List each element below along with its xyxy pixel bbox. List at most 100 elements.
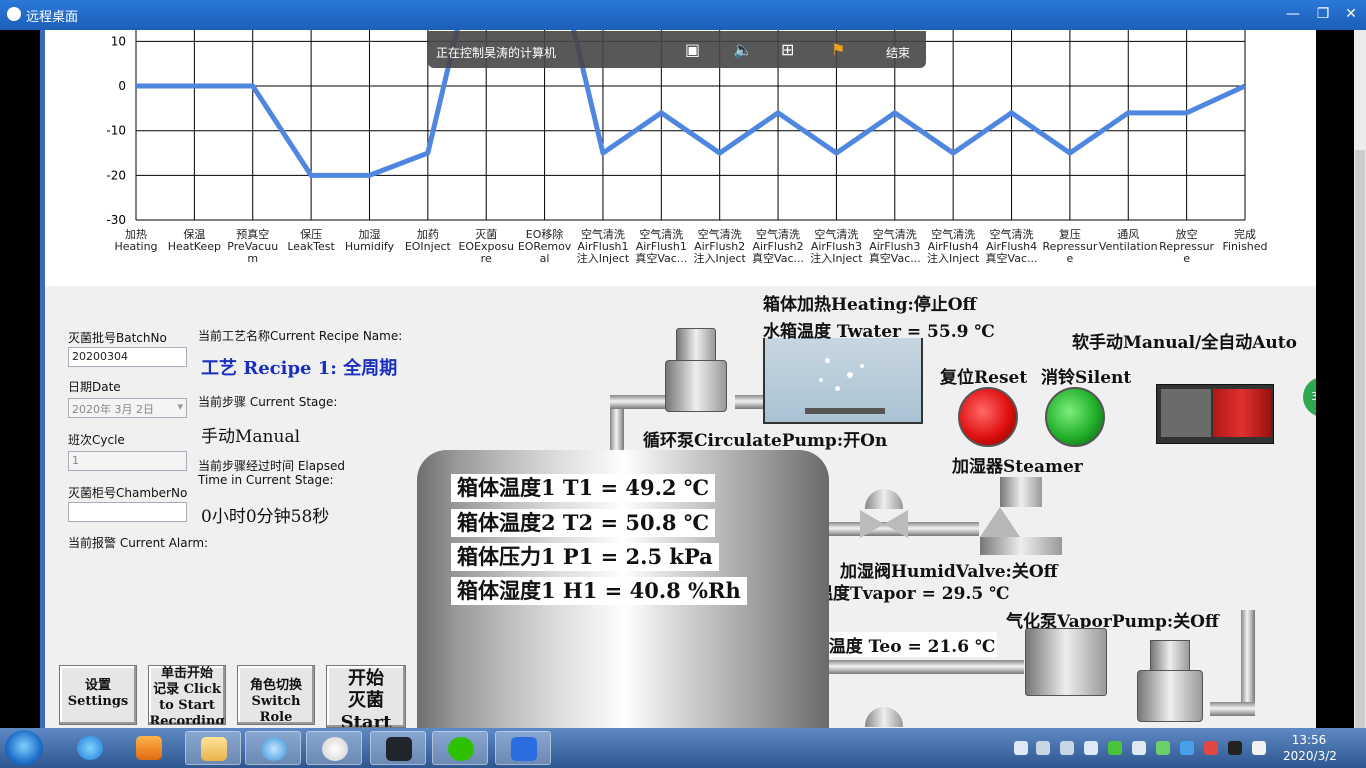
recipe-name-value: 工艺 Recipe 1: 全周期 [201, 358, 398, 379]
record-label-1: 单击开始 [160, 666, 213, 681]
x-tick-label: 灭菌 EOExposu re [458, 228, 513, 265]
start-label-1: 开始 [348, 668, 384, 689]
elapsed-value: 0小时0分钟58秒 [201, 507, 330, 527]
settings-button-label-en: Settings [67, 694, 129, 709]
switch-role-button[interactable]: 角色切换 Switch Role [237, 665, 315, 725]
batch-label: 灭菌批号BatchNo [68, 331, 167, 345]
browser-icon [261, 737, 287, 761]
y-tick-label: 0 [118, 79, 126, 93]
cat-app-icon [322, 737, 348, 761]
t1-reading: 箱体温度1 T1 = 49.2 ℃ [451, 474, 715, 502]
tray-qq-icon[interactable] [1228, 741, 1242, 755]
bubble [860, 364, 864, 368]
sterilizer-chamber: 箱体温度1 T1 = 49.2 ℃ 箱体温度2 T2 = 50.8 ℃ 箱体压力… [417, 450, 829, 728]
tray-usb-icon[interactable] [1060, 741, 1074, 755]
stage-value: 手动Manual [201, 427, 301, 447]
x-tick-label: EO移除 EORemov al [518, 227, 572, 265]
alarm-label: 当前报警 Current Alarm: [68, 536, 209, 550]
vaporizer[interactable] [1025, 628, 1107, 696]
settings-button[interactable]: 设置 Settings [59, 665, 137, 725]
y-tick-label: -30 [106, 213, 126, 227]
x-tick-label: 空气清洗 AirFlush2 真空Vac... [752, 227, 804, 265]
p1-reading: 箱体压力1 P1 = 2.5 kPa [451, 543, 719, 571]
minimize-icon[interactable]: — [1280, 3, 1306, 25]
remote-control-bar: 正在控制昊涛的计算机 ▣ 🔈 ⊞ ⚑ 结束 [428, 31, 926, 68]
taskbar-browser[interactable] [245, 731, 301, 765]
vapor-pump[interactable] [1137, 670, 1203, 722]
x-tick-label: 完成 Finished [1222, 227, 1267, 253]
silent-button[interactable] [1045, 387, 1105, 447]
taskbar-ie[interactable] [62, 731, 118, 765]
taskbar-explorer[interactable] [185, 731, 241, 765]
x-tick-label: 空气清洗 AirFlush1 注入Inject [577, 227, 630, 265]
tray-flag-icon[interactable] [1252, 741, 1266, 755]
x-tick-label: 空气清洗 AirFlush2 注入Inject [693, 227, 746, 265]
restore-icon[interactable]: ❐ [1310, 3, 1336, 25]
taskbar-media-player[interactable] [121, 731, 177, 765]
end-session-button[interactable]: 结束 [886, 44, 910, 61]
scrollbar-thumb[interactable] [1355, 150, 1365, 750]
humid-valve-body-right[interactable] [884, 510, 908, 538]
x-tick-label: 放空 Repressur e [1159, 227, 1214, 265]
pin-icon[interactable]: ⚑ [831, 40, 845, 59]
tray-sync-icon[interactable] [1180, 741, 1194, 755]
x-tick-label: 复压 Repressur e [1042, 227, 1097, 265]
vapor-pump-motor [1150, 640, 1190, 672]
steamer-top [1000, 477, 1042, 507]
start-sterilize-button[interactable]: 开始 灭菌 Start [326, 665, 406, 728]
bubble [825, 358, 830, 363]
windows-taskbar: 13:56 2020/3/2 [0, 728, 1366, 768]
clock-time: 13:56 [1291, 733, 1327, 747]
chamber-input[interactable] [68, 502, 187, 522]
taskbar-cat-app[interactable] [306, 731, 362, 765]
taskbar-wechat[interactable] [432, 731, 488, 765]
x-tick-label: 空气清洗 AirFlush3 真空Vac... [869, 227, 921, 265]
tray-wechat-icon[interactable] [1108, 741, 1122, 755]
taskbar-wps[interactable] [495, 731, 551, 765]
t2-reading: 箱体温度2 T2 = 50.8 ℃ [451, 509, 715, 537]
date-picker[interactable]: 2020年 3月 2日 ▾ [68, 398, 187, 418]
reset-button[interactable] [958, 387, 1018, 447]
record-button[interactable]: 单击开始 记录 Click to Start Recording [148, 665, 226, 725]
fullscreen-icon[interactable]: ▣ [685, 40, 700, 59]
window-mode-icon[interactable]: ⊞ [781, 40, 794, 59]
tray-antivirus-icon[interactable] [1204, 741, 1218, 755]
sound-icon[interactable]: 🔈 [733, 40, 753, 59]
close-icon[interactable]: ✕ [1338, 3, 1364, 25]
calendar-dropdown-icon[interactable]: ▾ [177, 400, 183, 413]
x-tick-label: 预真空 PreVacuu m [227, 227, 278, 265]
clock[interactable]: 13:56 2020/3/2 [1283, 732, 1337, 764]
start-button[interactable] [5, 730, 43, 766]
taskbar-remote[interactable] [370, 731, 426, 765]
x-tick-label: 保温 HeatKeep [168, 227, 221, 253]
window-title-bar: 远程桌面 — ❐ ✕ [0, 0, 1366, 30]
h1-reading: 箱体湿度1 H1 = 40.8 %Rh [451, 577, 747, 605]
mode-switch[interactable] [1156, 384, 1274, 444]
pipe-pump-down [610, 405, 624, 455]
folder-icon [201, 737, 227, 761]
media-player-icon [136, 736, 162, 760]
chart-panel: 10 0 -10 -20 -30 加热 Heating 保温 HeatKeep 预真空 PreVac… [45, 30, 1316, 286]
role-label-cn: 角色切换 [249, 678, 302, 693]
tray-display-icon[interactable] [1036, 741, 1050, 755]
circulate-pump-motor [676, 328, 716, 362]
recipe-name-label: 当前工艺名称Current Recipe Name: [198, 329, 403, 343]
vertical-scrollbar[interactable] [1354, 30, 1366, 750]
ie-icon [77, 736, 103, 760]
cycle-input[interactable]: 1 [68, 451, 187, 471]
role-label-en: Switch Role [251, 694, 301, 725]
tray-network-icon[interactable] [1132, 741, 1146, 755]
tray-security-icon[interactable] [1156, 741, 1170, 755]
steamer-base[interactable] [980, 537, 1062, 555]
tray-volume-icon[interactable] [1084, 741, 1098, 755]
tray-camera-icon[interactable] [1014, 741, 1028, 755]
batch-input[interactable]: 20200304 [68, 347, 187, 367]
eo-valve-actuator [865, 707, 903, 727]
side-badge[interactable]: 34 [1303, 377, 1316, 417]
record-label-4: Recording [149, 714, 225, 725]
pipe-vapor [829, 660, 1024, 674]
mode-switch-on-side [1213, 389, 1271, 437]
circulate-pump[interactable] [665, 360, 727, 412]
humid-valve-actuator [865, 489, 903, 509]
start-label-2: 灭菌 [348, 690, 384, 711]
